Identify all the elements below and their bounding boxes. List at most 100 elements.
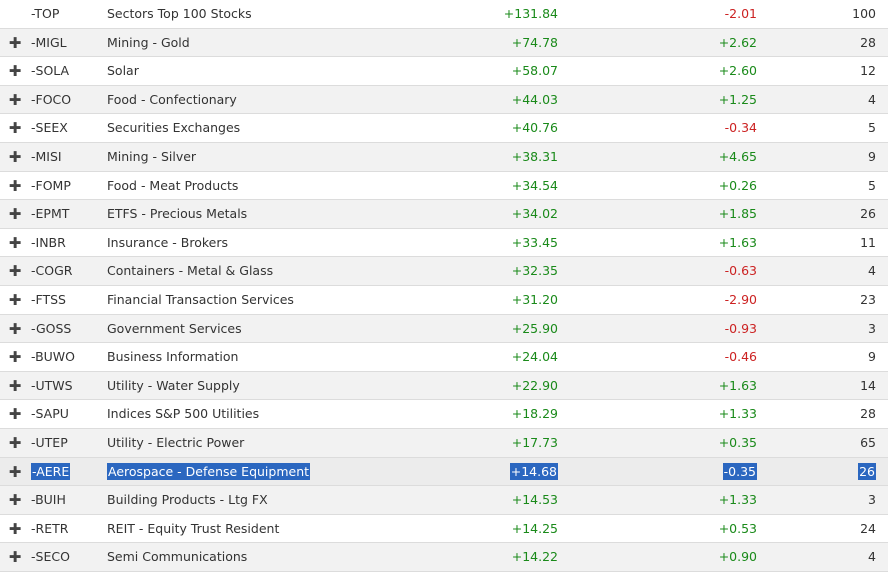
plus-icon[interactable]: ✚ — [8, 257, 22, 285]
plus-icon[interactable]: ✚ — [8, 429, 22, 457]
plus-icon[interactable]: ✚ — [8, 172, 22, 200]
name-cell[interactable]: Mining - Gold — [107, 29, 190, 57]
name-cell[interactable]: ETFS - Precious Metals — [107, 200, 247, 228]
table-row[interactable]: ✚ -BUWO Business Information +24.04 -0.46 9 — [0, 343, 888, 372]
name-cell[interactable]: Business Information — [107, 343, 238, 371]
table-row[interactable]: ✚ -UTWS Utility - Water Supply +22.90 +1.63 1… — [0, 371, 888, 401]
plus-icon[interactable]: ✚ — [8, 515, 22, 543]
symbol-cell[interactable]: -GOSS — [31, 315, 71, 343]
table-row[interactable]: ✚ -SAPU Indices S&P 500 Utilities +18.29 +1.… — [0, 400, 888, 429]
symbol-cell[interactable]: -FOCO — [31, 86, 71, 114]
symbol-cell[interactable]: -MIGL — [31, 29, 67, 57]
symbol-cell[interactable]: -COGR — [31, 257, 72, 285]
plus-icon[interactable]: ✚ — [8, 86, 22, 114]
table-row[interactable]: -TOP Sectors Top 100 Stocks +131.84 -2.01 10… — [0, 0, 888, 29]
name-cell[interactable]: Utility - Electric Power — [107, 429, 244, 457]
symbol-cell[interactable]: -AERE — [31, 458, 71, 486]
symbol-cell[interactable]: -BUWO — [31, 343, 75, 371]
plus-icon[interactable]: ✚ — [8, 543, 22, 571]
count-cell: 23 — [860, 291, 876, 307]
symbol-cell[interactable]: -SECO — [31, 543, 70, 571]
plus-icon[interactable]: ✚ — [8, 29, 22, 57]
table-row[interactable]: ✚ -SEEX Securities Exchanges +40.76 -0.34 5 — [0, 114, 888, 143]
table-row[interactable]: ✚ -AERE Aerospace - Defense Equipment +14.6… — [0, 457, 888, 487]
change-cell: +14.22 — [511, 549, 558, 565]
table-row[interactable]: ✚ -RETR REIT - Equity Trust Resident +14.25… — [0, 515, 888, 544]
count-cell: 26 — [858, 462, 876, 480]
change-cell: +14.25 — [511, 520, 558, 536]
change-cell: +34.02 — [511, 206, 558, 222]
count-cell: 4 — [868, 263, 876, 279]
table-row[interactable]: ✚ -EPMT ETFS - Precious Metals +34.02 +1.85 2… — [0, 200, 888, 229]
plus-icon[interactable]: ✚ — [8, 458, 22, 486]
change2-cell: +2.60 — [718, 63, 757, 79]
count-cell: 5 — [868, 120, 876, 136]
change2-cell: +0.90 — [718, 549, 757, 565]
name-cell[interactable]: Mining - Silver — [107, 143, 196, 171]
name-cell[interactable]: Solar — [107, 57, 139, 85]
change-cell: +58.07 — [511, 63, 558, 79]
name-cell[interactable]: Utility - Water Supply — [107, 372, 240, 400]
table-row[interactable]: ✚ -COGR Containers - Metal & Glass +32.35 -0… — [0, 257, 888, 286]
symbol-cell[interactable]: -UTWS — [31, 372, 73, 400]
table-row[interactable]: ✚ -INBR Insurance - Brokers +33.45 +1.63 11 — [0, 229, 888, 258]
name-cell[interactable]: Securities Exchanges — [107, 114, 240, 142]
change2-cell: +1.63 — [718, 234, 757, 250]
symbol-cell[interactable]: -MISI — [31, 143, 62, 171]
table-row[interactable]: ✚ -FOMP Food - Meat Products +34.54 +0.26 5 — [0, 172, 888, 201]
plus-icon[interactable]: ✚ — [8, 315, 22, 343]
name-cell[interactable]: Containers - Metal & Glass — [107, 257, 273, 285]
change-cell: +25.90 — [511, 320, 558, 336]
plus-icon[interactable]: ✚ — [8, 372, 22, 400]
plus-icon[interactable]: ✚ — [8, 143, 22, 171]
symbol-cell[interactable]: -SEEX — [31, 114, 68, 142]
table-row[interactable]: ✚ -GOSS Government Services +25.90 -0.93 3 — [0, 314, 888, 344]
plus-icon[interactable]: ✚ — [8, 200, 22, 228]
symbol-cell[interactable]: -INBR — [31, 229, 66, 257]
name-cell[interactable]: Financial Transaction Services — [107, 286, 294, 314]
symbol-cell[interactable]: -UTEP — [31, 429, 68, 457]
plus-icon[interactable]: ✚ — [8, 229, 22, 257]
name-cell[interactable]: Insurance - Brokers — [107, 229, 228, 257]
count-cell: 14 — [860, 377, 876, 393]
symbol-cell[interactable]: -FOMP — [31, 172, 71, 200]
count-cell: 3 — [868, 320, 876, 336]
name-cell[interactable]: Government Services — [107, 315, 242, 343]
plus-icon[interactable]: ✚ — [8, 486, 22, 514]
change-cell: +44.03 — [511, 91, 558, 107]
plus-icon[interactable]: ✚ — [8, 114, 22, 142]
table-row[interactable]: ✚ -UTEP Utility - Electric Power +17.73 +0.3… — [0, 428, 888, 458]
name-cell[interactable]: Aerospace - Defense Equipment — [107, 458, 311, 486]
table-row[interactable]: ✚ -FTSS Financial Transaction Services +31.… — [0, 286, 888, 315]
count-cell: 26 — [860, 206, 876, 222]
name-cell[interactable]: Sectors Top 100 Stocks — [107, 0, 252, 28]
symbol-cell[interactable]: -EPMT — [31, 200, 69, 228]
symbol-cell[interactable]: -FTSS — [31, 286, 66, 314]
name-cell[interactable]: Building Products - Ltg FX — [107, 486, 268, 514]
name-cell[interactable]: Semi Communications — [107, 543, 247, 571]
name-cell[interactable]: Food - Confectionary — [107, 86, 237, 114]
table-row[interactable]: ✚ -FOCO Food - Confectionary +44.03 +1.25 4 — [0, 85, 888, 115]
plus-icon[interactable]: ✚ — [8, 400, 22, 428]
table-row[interactable]: ✚ -MISI Mining - Silver +38.31 +4.65 9 — [0, 142, 888, 172]
symbol-cell[interactable]: -RETR — [31, 515, 68, 543]
symbol-cell[interactable]: -TOP — [31, 0, 59, 28]
plus-icon[interactable]: ✚ — [8, 286, 22, 314]
name-cell[interactable]: REIT - Equity Trust Resident — [107, 515, 279, 543]
symbol-cell[interactable]: -SOLA — [31, 57, 69, 85]
table-row[interactable]: ✚ -SECO Semi Communications +14.22 +0.90 4 — [0, 543, 888, 572]
table-row[interactable]: ✚ -SOLA Solar +58.07 +2.60 12 — [0, 57, 888, 86]
symbol-cell[interactable]: -SAPU — [31, 400, 69, 428]
table-row[interactable]: ✚ -MIGL Mining - Gold +74.78 +2.62 28 — [0, 28, 888, 58]
symbol-cell[interactable]: -BUIH — [31, 486, 66, 514]
name-cell[interactable]: Food - Meat Products — [107, 172, 238, 200]
name-cell[interactable]: Indices S&P 500 Utilities — [107, 400, 259, 428]
count-cell: 9 — [868, 349, 876, 365]
change2-cell: -0.93 — [724, 320, 757, 336]
change2-cell: -2.01 — [724, 6, 757, 21]
table-row[interactable]: ✚ -BUIH Building Products - Ltg FX +14.53 +1… — [0, 486, 888, 515]
plus-icon[interactable]: ✚ — [8, 343, 22, 371]
plus-icon[interactable]: ✚ — [8, 57, 22, 85]
change2-cell: +2.62 — [718, 34, 757, 50]
count-cell: 4 — [868, 549, 876, 565]
